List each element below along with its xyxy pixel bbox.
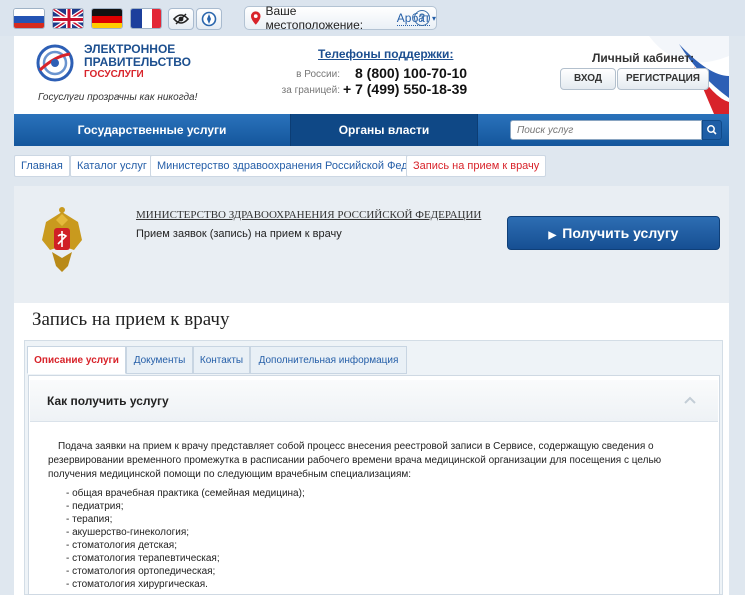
language-ru-flag-icon[interactable] [13, 8, 45, 29]
breadcrumb-home[interactable]: Главная [14, 155, 70, 177]
phone-abroad-label: за границей: [281, 85, 340, 96]
breadcrumb-current: Запись на прием к врачу [406, 155, 547, 177]
breadcrumb-catalog[interactable]: Каталог услуг [70, 155, 154, 177]
nav-authorities[interactable]: Органы власти [291, 114, 477, 146]
language-fr-flag-icon[interactable] [130, 8, 162, 29]
accessibility-eye-icon[interactable] [168, 8, 194, 30]
location-label: Ваше местоположение: [265, 4, 364, 32]
page-title: Запись на прием к врачу [32, 309, 230, 330]
list-item: - педиатрия; [66, 501, 124, 512]
tab-additional-info[interactable]: Дополнительная информация [250, 346, 407, 374]
ministry-link[interactable]: МИНИСТЕРСТВО ЗДРАВООХРАНЕНИЯ РОССИЙСКОЙ … [136, 209, 481, 221]
cabinet-title: Личный кабинет: [592, 51, 695, 65]
get-service-button[interactable]: ▶ Получить услугу [507, 216, 720, 250]
site-header: ЭЛЕКТРОННОЕ ПРАВИТЕЛЬСТВО ГОСУСЛУГИ Госу… [14, 36, 729, 114]
gosuslugi-logo-icon[interactable] [36, 44, 74, 82]
slogan: Госуслуги прозрачны как никогда! [38, 92, 198, 103]
nav-divider [477, 114, 478, 146]
login-button[interactable]: ВХОД [560, 68, 616, 90]
search-input[interactable] [510, 120, 702, 140]
play-arrow-icon: ▶ [548, 230, 557, 241]
list-item: - стоматология терапевтическая; [66, 553, 220, 564]
phone-russia-number: 8 (800) 100-70-10 [355, 65, 468, 81]
chevron-down-icon: ▾ [431, 13, 436, 23]
support-phones-title[interactable]: Телефоны поддержки: [318, 47, 453, 61]
tab-description[interactable]: Описание услуги [27, 346, 126, 374]
service-panel: МИНИСТЕРСТВО ЗДРАВООХРАНЕНИЯ РОССИЙСКОЙ … [14, 186, 729, 303]
logo-subtext: ГОСУСЛУГИ [84, 69, 144, 80]
list-item: - стоматология хирургическая. [66, 579, 208, 590]
accordion-title: Как получить услугу [47, 394, 169, 408]
phone-russia-label: в России: [296, 69, 340, 80]
ministry-emblem-icon [42, 207, 82, 272]
list-item: - терапия; [66, 514, 113, 525]
location-pin-icon [251, 11, 261, 25]
compass-icon[interactable] [196, 8, 222, 30]
language-de-flag-icon[interactable] [91, 8, 123, 29]
logo-text: ЭЛЕКТРОННОЕ ПРАВИТЕЛЬСТВО [84, 42, 192, 69]
search-button[interactable] [702, 120, 722, 140]
phone-abroad-number: + 7 (499) 550-18-39 [343, 81, 468, 97]
service-description: Подача заявки на прием к врачу представл… [48, 441, 662, 480]
language-en-flag-icon[interactable] [52, 8, 84, 29]
search-icon [707, 125, 717, 135]
nav-government-services[interactable]: Государственные услуги [14, 114, 290, 146]
tab-contacts[interactable]: Контакты [193, 346, 250, 374]
main-nav: Государственные услуги Органы власти [14, 114, 729, 146]
tab-documents[interactable]: Документы [126, 346, 193, 374]
help-icon[interactable]: ? [414, 10, 430, 26]
service-name: Прием заявок (запись) на прием к врачу [136, 228, 342, 240]
list-item: - общая врачебная практика (семейная мед… [66, 488, 305, 499]
location-selector[interactable]: Ваше местоположение: Арбат ▾ ? [244, 4, 437, 32]
register-button[interactable]: РЕГИСТРАЦИЯ [617, 68, 709, 90]
list-item: - стоматология ортопедическая; [66, 566, 216, 577]
chevron-up-icon[interactable] [684, 396, 696, 404]
top-strip: Ваше местоположение: Арбат ▾ ? [0, 0, 745, 36]
list-item: - акушерство-гинекология; [66, 527, 190, 538]
list-item: - стоматология детская; [66, 540, 177, 551]
